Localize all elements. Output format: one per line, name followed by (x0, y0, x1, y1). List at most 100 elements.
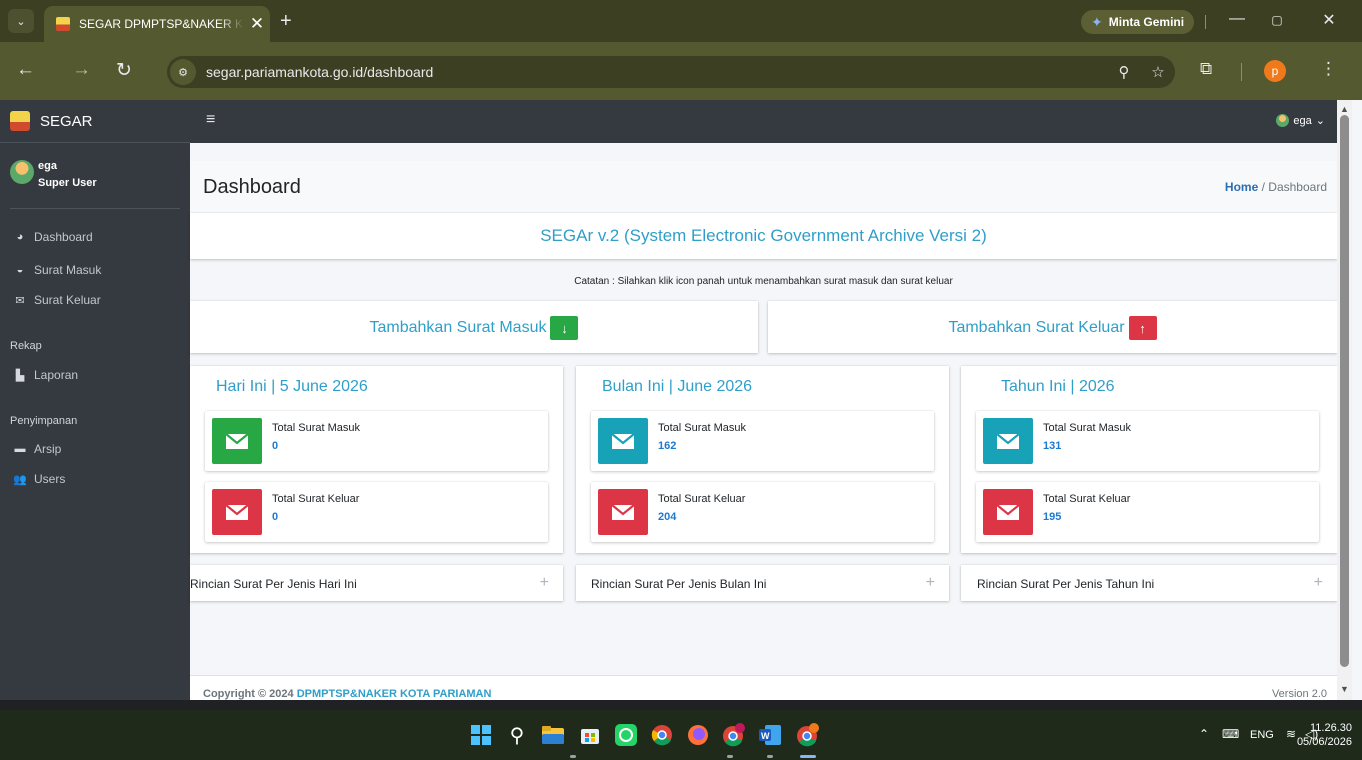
tray-chevron-up-icon[interactable]: ⌃ (1199, 727, 1209, 741)
breadcrumb: Home / Dashboard (1225, 180, 1327, 194)
scroll-left-arrow-icon[interactable]: ◀ (2, 699, 8, 700)
hamburger-menu-icon[interactable]: ≡ (206, 111, 215, 129)
expand-plus-icon[interactable]: + (540, 574, 549, 592)
profile-avatar[interactable]: p (1264, 60, 1286, 82)
add-surat-keluar-button[interactable]: ↑ (1128, 316, 1157, 340)
scroll-right-arrow-icon[interactable]: ▶ (1338, 699, 1344, 700)
store-icon[interactable] (575, 720, 605, 750)
zoom-magnifier-icon[interactable]: ⚲ (1107, 63, 1141, 81)
running-indicator (727, 755, 733, 758)
vertical-scrollbar[interactable]: ▲ ▼ (1337, 100, 1352, 700)
add-surat-masuk-card: Tambahkan Surat Masuk ↓ (190, 301, 758, 353)
back-arrow-icon[interactable]: ← (16, 59, 35, 81)
expand-plus-icon[interactable]: + (1314, 574, 1323, 592)
windows-start-icon[interactable] (466, 720, 496, 750)
sidebar-item-users[interactable]: 👥 Users (13, 472, 65, 486)
envelope-icon (598, 418, 648, 464)
archive-icon: ▬ (14, 443, 26, 455)
info-box-surat-masuk: Total Surat Masuk 0 (205, 411, 548, 471)
info-box-number: 0 (272, 440, 279, 452)
gemini-star-icon: ✦ (1091, 13, 1103, 30)
top-navbar: ≡ ega ⌄ (190, 100, 1337, 143)
tab-close-icon[interactable]: ✕ (244, 14, 270, 34)
sidebar-item-label: Surat Masuk (34, 263, 102, 277)
stats-panel-month: Bulan Ini | June 2026 Total Surat Masuk … (576, 366, 949, 553)
system-clock[interactable]: 11.26.30 05/06/2026 (1286, 721, 1352, 749)
browser-tab-active[interactable]: SEGAR DPMPTSP&NAKER KOTA PARIAMAN ✕ (44, 6, 270, 42)
sidebar-item-surat-keluar[interactable]: ✉ Surat Keluar (13, 293, 100, 307)
language-indicator[interactable]: ENG (1250, 729, 1274, 741)
new-tab-plus-icon[interactable]: + (280, 10, 292, 32)
bookmark-star-icon[interactable]: ☆ (1141, 63, 1175, 81)
brand-link[interactable]: SEGAR (0, 100, 190, 143)
expand-plus-icon[interactable]: + (926, 574, 935, 592)
user-panel: ega Super User (10, 156, 180, 209)
detail-card-label: Rincian Surat Per Jenis Bulan Ini (591, 577, 767, 591)
forward-arrow-icon[interactable]: → (72, 59, 91, 81)
sidebar-item-dashboard[interactable]: ◕ Dashboard (13, 230, 93, 244)
inbox-icon: ◒ (16, 264, 24, 276)
breadcrumb-home[interactable]: Home (1225, 180, 1258, 194)
copyright-text: Copyright © 2024 DPMPTSP&NAKER KOTA PARI… (203, 688, 491, 700)
whatsapp-icon[interactable] (611, 720, 641, 750)
chrome-profile-icon[interactable] (719, 720, 749, 750)
sidebar-header-rekap: Rekap (10, 340, 42, 352)
firefox-icon[interactable] (683, 720, 713, 750)
panel-title: Bulan Ini | June 2026 (602, 378, 753, 395)
window-close-icon[interactable]: ✕ (1314, 10, 1344, 30)
user-name[interactable]: ega (38, 160, 57, 172)
file-explorer-icon[interactable] (538, 720, 568, 750)
clock-date: 05/06/2026 (1296, 736, 1352, 748)
sidebar-item-laporan[interactable]: ▙ Laporan (13, 368, 78, 382)
address-bar[interactable]: ⚙ segar.pariamankota.go.id/dashboard ⚲ ☆ (167, 56, 1175, 88)
user-avatar (10, 160, 34, 184)
site-settings-icon[interactable]: ⚙ (170, 59, 196, 85)
add-surat-keluar-row: Tambahkan Surat Keluar ↑ (768, 316, 1337, 340)
panel-title: Hari Ini | 5 June 2026 (216, 378, 368, 395)
minimize-icon[interactable]: — (1222, 10, 1252, 28)
vertical-scroll-thumb[interactable] (1340, 115, 1349, 667)
browser-menu-kebab-icon[interactable]: ⋮ (1320, 59, 1337, 79)
info-box-number: 204 (658, 511, 677, 523)
sidebar-header-penyimpanan: Penyimpanan (10, 415, 78, 427)
gemini-button[interactable]: ✦ Minta Gemini (1081, 10, 1195, 34)
footer-org-link[interactable]: DPMPTSP&NAKER KOTA PARIAMAN (297, 688, 492, 700)
detail-card-year[interactable]: Rincian Surat Per Jenis Tahun Ini + (961, 565, 1337, 601)
info-box-number: 131 (1043, 440, 1062, 452)
detail-card-month[interactable]: Rincian Surat Per Jenis Bulan Ini + (576, 565, 949, 601)
chrome-active-icon[interactable] (793, 720, 823, 750)
url-text: segar.pariamankota.go.id/dashboard (206, 64, 434, 80)
site-favicon-icon (56, 17, 70, 31)
breadcrumb-separator: / (1261, 180, 1265, 194)
tab-search-chevron-icon[interactable]: ⌄ (8, 9, 34, 33)
extensions-puzzle-icon[interactable]: ⧉ (1200, 59, 1212, 79)
stats-panel-today: Hari Ini | 5 June 2026 Total Surat Masuk… (190, 366, 563, 553)
instruction-note: Catatan : Silahkan klik icon panah untuk… (574, 276, 953, 287)
add-surat-masuk-button[interactable]: ↓ (550, 316, 579, 340)
page-title: Dashboard (203, 176, 301, 198)
word-icon[interactable]: W (755, 720, 785, 750)
copyright-label: Copyright © 2024 (203, 688, 294, 700)
info-box-surat-keluar: Total Surat Keluar 0 (205, 482, 548, 542)
chrome-icon[interactable] (647, 720, 677, 750)
running-indicator (767, 755, 773, 758)
stats-panel-year: Tahun Ini | 2026 Total Surat Masuk 131 T… (961, 366, 1337, 553)
web-page: SEGAR ega Super User ◕ Dashboard ◒ Surat… (0, 100, 1362, 700)
info-box-label: Total Surat Masuk (272, 422, 361, 434)
reload-icon[interactable]: ↻ (116, 59, 132, 82)
detail-card-today[interactable]: Rincian Surat Per Jenis Hari Ini + (190, 565, 563, 601)
scroll-up-arrow-icon[interactable]: ▲ (1340, 104, 1349, 114)
scroll-down-arrow-icon[interactable]: ▼ (1340, 684, 1349, 694)
gemini-label: Minta Gemini (1108, 15, 1185, 29)
windows-taskbar: ⚲ W ⌃ ⌨ ENG ≋ ◁) 11.26.30 05/06/2026 (0, 710, 1362, 760)
search-icon[interactable]: ⚲ (502, 720, 532, 750)
svg-text:W: W (761, 731, 770, 741)
restore-icon[interactable]: ▢ (1262, 13, 1292, 27)
running-indicator (570, 755, 576, 758)
envelope-icon (212, 489, 262, 535)
sidebar-item-arsip[interactable]: ▬ Arsip (13, 442, 62, 456)
sidebar-item-surat-masuk[interactable]: ◒ Surat Masuk (13, 263, 102, 277)
clock-time: 11.26.30 (1309, 722, 1352, 734)
keyboard-icon[interactable]: ⌨ (1222, 727, 1239, 741)
user-dropdown[interactable]: ega ⌄ (1276, 114, 1325, 127)
